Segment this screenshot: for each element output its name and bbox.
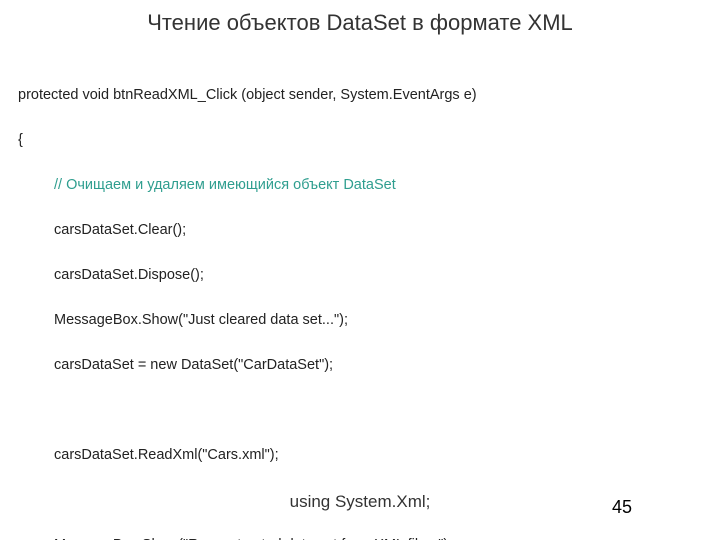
page-number: 45	[612, 497, 632, 518]
code-comment: // Очищаем и удаляем имеющийся объект Da…	[18, 174, 690, 196]
code-block: protected void btnReadXML_Click (object …	[18, 62, 690, 540]
code-line: carsDataSet.ReadXml("Cars.xml");	[18, 444, 690, 466]
code-blank	[18, 399, 690, 421]
slide-title: Чтение объектов DataSet в формате XML	[0, 10, 720, 36]
code-line: carsDataSet.Dispose();	[18, 264, 690, 286]
code-line: MessageBox.Show("Just cleared data set..…	[18, 309, 690, 331]
code-line: carsDataSet = new DataSet("CarDataSet");	[18, 354, 690, 376]
code-line: MessageBox.Show("Reconstructed data set …	[18, 534, 690, 540]
code-line: protected void btnReadXML_Click (object …	[18, 84, 690, 106]
slide: Чтение объектов DataSet в формате XML pr…	[0, 0, 720, 540]
code-line: carsDataSet.Clear();	[18, 219, 690, 241]
code-line: {	[18, 129, 690, 151]
